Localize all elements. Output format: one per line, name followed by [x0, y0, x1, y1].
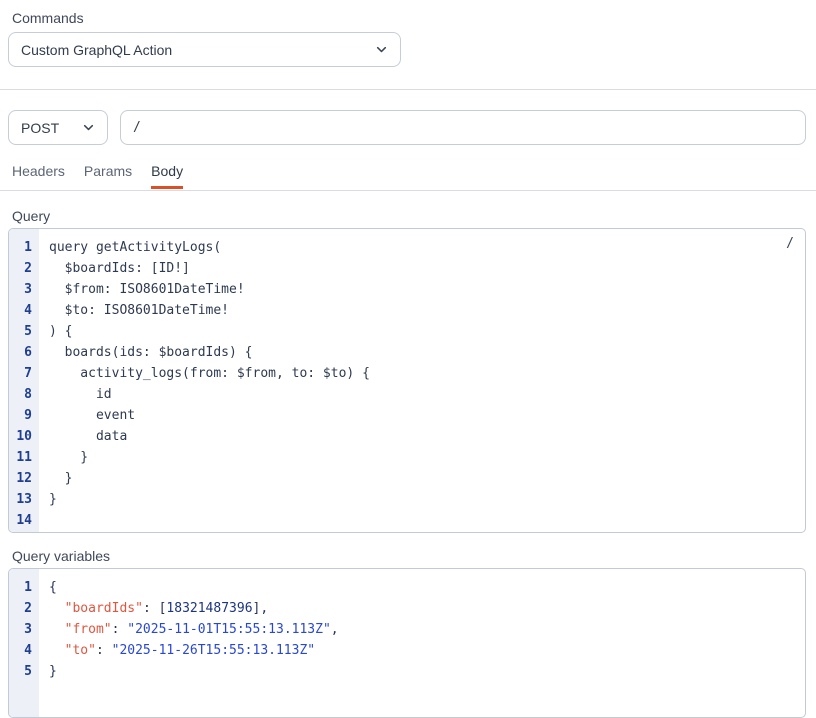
chevron-down-icon [375, 43, 388, 56]
code-line: } [49, 447, 795, 468]
query-code-editor[interactable]: 1234567891011121314 query getActivityLog… [8, 228, 806, 533]
editor-slash-indicator: / [786, 236, 794, 251]
tab-params[interactable]: Params [84, 162, 132, 189]
line-number: 10 [9, 426, 32, 447]
line-number: 2 [9, 598, 32, 619]
code-line: } [49, 468, 795, 489]
line-number: 11 [9, 447, 32, 468]
query-variables-editor[interactable]: 12345 { "boardIds": [18321487396], "from… [8, 568, 806, 718]
code-line: boards(ids: $boardIds) { [49, 342, 795, 363]
line-number: 14 [9, 510, 32, 531]
line-number: 7 [9, 363, 32, 384]
line-number: 6 [9, 342, 32, 363]
commands-select-value: Custom GraphQL Action [21, 42, 172, 58]
line-number: 8 [9, 384, 32, 405]
line-number: 2 [9, 258, 32, 279]
request-tabs: Headers Params Body [12, 162, 183, 189]
code-line: $boardIds: [ID!] [49, 258, 795, 279]
code-line: id [49, 384, 795, 405]
line-number: 1 [9, 237, 32, 258]
method-select-value: POST [21, 120, 59, 136]
line-number: 12 [9, 468, 32, 489]
code-line: } [49, 489, 795, 510]
line-number-gutter: 12345 [9, 569, 39, 717]
line-number: 1 [9, 577, 32, 598]
code-line: activity_logs(from: $from, to: $to) { [49, 363, 795, 384]
code-line: $to: ISO8601DateTime! [49, 300, 795, 321]
line-number: 4 [9, 640, 32, 661]
query-variables-label: Query variables [12, 547, 110, 565]
chevron-down-icon [82, 121, 95, 134]
code-line: $from: ISO8601DateTime! [49, 279, 795, 300]
code-line: } [49, 661, 795, 682]
code-line [49, 510, 795, 531]
query-code-content[interactable]: query getActivityLogs( $boardIds: [ID!] … [39, 229, 805, 532]
method-select[interactable]: POST [8, 110, 108, 145]
code-line: "boardIds": [18321487396], [49, 598, 795, 619]
tab-headers[interactable]: Headers [12, 162, 65, 189]
code-line: ) { [49, 321, 795, 342]
line-number: 4 [9, 300, 32, 321]
code-line: event [49, 405, 795, 426]
query-label: Query [12, 207, 50, 225]
line-number: 3 [9, 619, 32, 640]
line-number-gutter: 1234567891011121314 [9, 229, 39, 532]
line-number: 13 [9, 489, 32, 510]
code-line: { [49, 577, 795, 598]
section-divider [0, 89, 816, 90]
code-line: query getActivityLogs( [49, 237, 795, 258]
line-number: 5 [9, 661, 32, 682]
line-number: 5 [9, 321, 32, 342]
tab-body[interactable]: Body [151, 162, 183, 189]
tabs-border [0, 190, 816, 191]
query-variables-content[interactable]: { "boardIds": [18321487396], "from": "20… [39, 569, 805, 717]
code-line: "from": "2025-11-01T15:55:13.113Z", [49, 619, 795, 640]
line-number: 3 [9, 279, 32, 300]
url-input[interactable] [120, 110, 806, 145]
commands-label: Commands [12, 9, 84, 27]
commands-select[interactable]: Custom GraphQL Action [8, 32, 401, 67]
code-line: data [49, 426, 795, 447]
line-number: 9 [9, 405, 32, 426]
code-line: "to": "2025-11-26T15:55:13.113Z" [49, 640, 795, 661]
